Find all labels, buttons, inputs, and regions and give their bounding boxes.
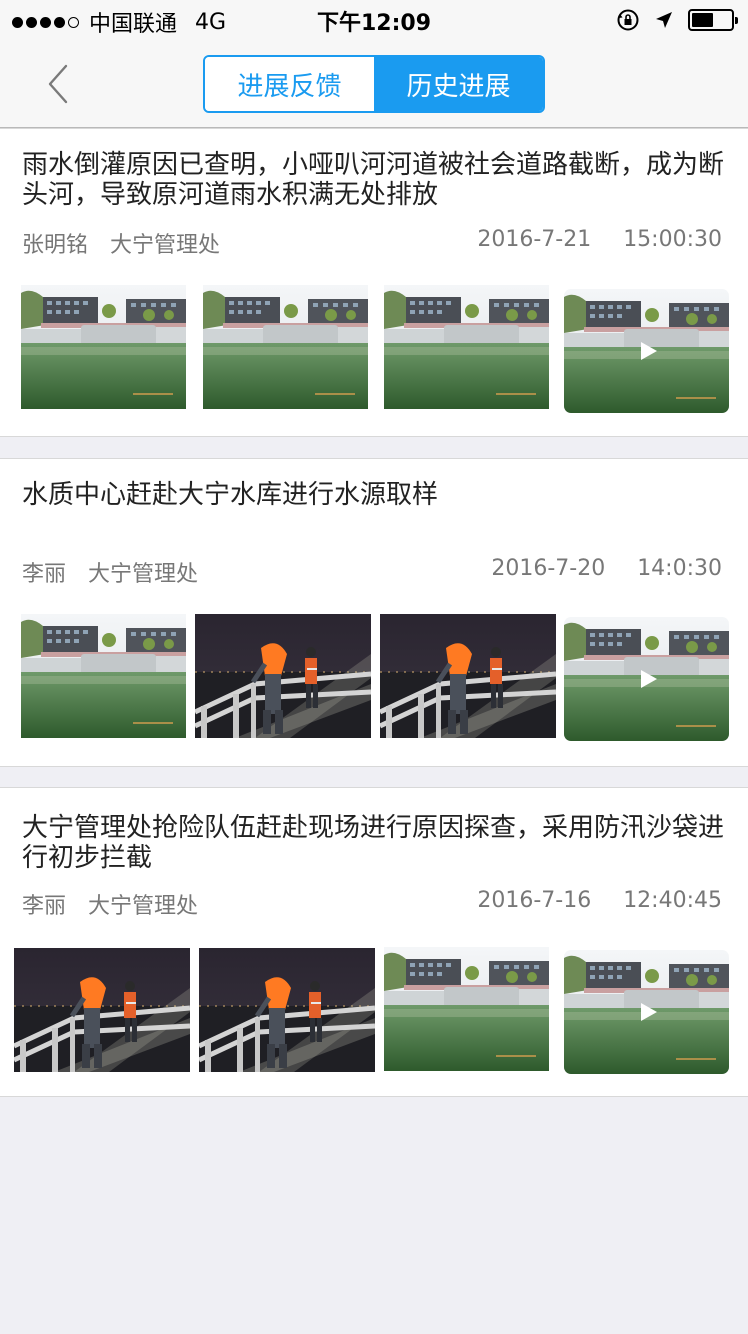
- back-button[interactable]: [38, 62, 82, 106]
- chevron-left-icon: [48, 64, 68, 104]
- reservoir-scene: [384, 947, 549, 1071]
- item-title: 大宁管理处抢险队伍赶赴现场进行原因探查，采用防汛沙袋进行初步拦截: [22, 813, 725, 873]
- item-date: 2016-7-16: [477, 888, 592, 913]
- item-author: 李丽 大宁管理处: [22, 888, 198, 920]
- item-time: 14:0:30: [637, 556, 722, 581]
- reservoir-scene: [21, 285, 186, 409]
- rotation-lock-icon: [617, 9, 639, 31]
- play-icon: [640, 342, 657, 360]
- progress-item-card[interactable]: 大宁管理处抢险队伍赶赴现场进行原因探查，采用防汛沙袋进行初步拦截 李丽 大宁管理处…: [0, 787, 748, 1097]
- progress-item-card[interactable]: 水质中心赶赴大宁水库进行水源取样 李丽 大宁管理处 2016-7-20 14:0:3…: [0, 458, 748, 767]
- video-thumbnail[interactable]: [564, 617, 729, 741]
- reservoir-scene: [21, 614, 186, 738]
- item-datetime: 2016-7-20 14:0:30: [491, 556, 722, 581]
- night-sampling-scene: [14, 948, 190, 1072]
- status-right: [616, 8, 738, 32]
- status-bar: 中国联通 4G 下午12:09: [0, 0, 748, 40]
- photo-thumbnail[interactable]: [203, 285, 368, 409]
- item-title: 雨水倒灌原因已查明，小哑叭河河道被社会道路截断，成为断头河，导致原河道雨水积满无…: [22, 150, 725, 210]
- item-date: 2016-7-21: [477, 227, 592, 252]
- night-sampling-scene: [195, 614, 371, 738]
- photo-thumbnail[interactable]: [380, 614, 556, 738]
- item-time: 15:00:30: [623, 227, 722, 252]
- item-title: 水质中心赶赴大宁水库进行水源取样: [22, 480, 439, 510]
- item-datetime: 2016-7-21 15:00:30: [477, 227, 722, 252]
- play-icon: [640, 670, 657, 688]
- navigation-bar: 进展反馈 历史进展: [0, 40, 748, 128]
- org-name: 大宁管理处: [110, 233, 221, 258]
- battery-icon: [688, 9, 738, 31]
- photo-thumbnail[interactable]: [14, 948, 190, 1072]
- person-name: 张明铭: [22, 233, 89, 258]
- item-date: 2016-7-20: [491, 556, 606, 581]
- person-name: 李丽: [22, 894, 67, 919]
- item-time: 12:40:45: [623, 888, 722, 913]
- photo-thumbnail[interactable]: [199, 948, 375, 1072]
- battery-level: [692, 13, 713, 27]
- video-thumbnail[interactable]: [564, 950, 729, 1074]
- night-sampling-scene: [199, 948, 375, 1072]
- photo-thumbnail[interactable]: [21, 285, 186, 409]
- reservoir-scene: [203, 285, 368, 409]
- tab-history-progress[interactable]: 历史进展: [374, 57, 543, 111]
- reservoir-scene: [384, 285, 549, 409]
- photo-thumbnail[interactable]: [384, 285, 549, 409]
- org-name: 大宁管理处: [88, 562, 199, 587]
- video-thumbnail[interactable]: [564, 289, 729, 413]
- item-author: 张明铭 大宁管理处: [22, 227, 220, 259]
- progress-item-card[interactable]: 雨水倒灌原因已查明，小哑叭河河道被社会道路截断，成为断头河，导致原河道雨水积满无…: [0, 128, 748, 437]
- photo-thumbnail[interactable]: [195, 614, 371, 738]
- photo-thumbnail[interactable]: [384, 947, 549, 1071]
- night-sampling-scene: [380, 614, 556, 738]
- tab-progress-feedback[interactable]: 进展反馈: [205, 57, 374, 111]
- org-name: 大宁管理处: [88, 894, 199, 919]
- play-icon: [640, 1003, 657, 1021]
- item-datetime: 2016-7-16 12:40:45: [477, 888, 722, 913]
- location-arrow-icon: [656, 12, 672, 28]
- item-author: 李丽 大宁管理处: [22, 556, 198, 588]
- person-name: 李丽: [22, 562, 67, 587]
- segmented-control: 进展反馈 历史进展: [203, 55, 545, 113]
- photo-thumbnail[interactable]: [21, 614, 186, 738]
